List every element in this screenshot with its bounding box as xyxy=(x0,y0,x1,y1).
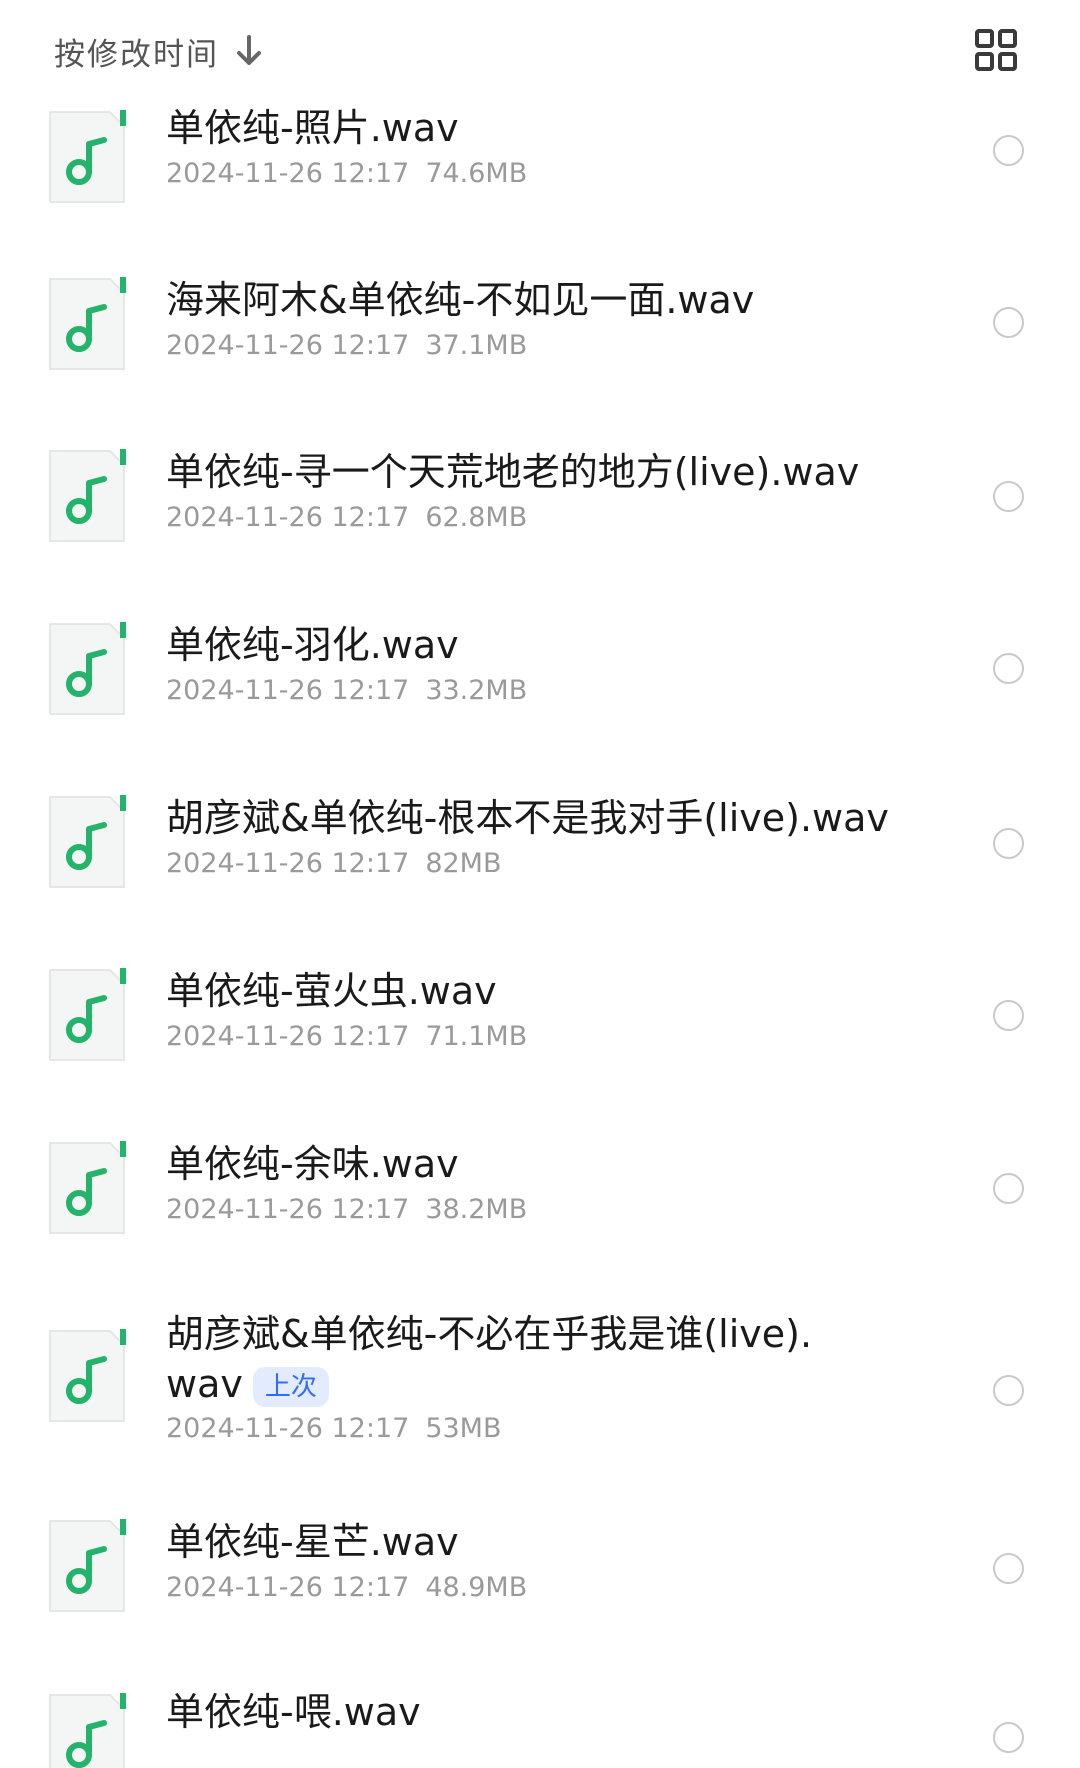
list-item[interactable]: 单依纯-余味.wav 2024-11-26 12:17 38.2MB xyxy=(0,1137,1080,1309)
music-file-icon xyxy=(49,1329,126,1422)
music-file-icon xyxy=(49,1693,126,1768)
file-name: 胡彦斌&单依纯-根本不是我对手(live).wav xyxy=(166,796,889,840)
select-radio[interactable] xyxy=(993,307,1024,338)
file-name: 单依纯-照片.wav xyxy=(166,106,459,150)
select-radio[interactable] xyxy=(993,1173,1024,1204)
file-size: 48.9MB xyxy=(425,1572,528,1603)
file-name: 单依纯-萤火虫.wav xyxy=(166,969,497,1013)
sort-label: 按修改时间 xyxy=(54,36,219,73)
last-opened-badge: 上次 xyxy=(252,1366,329,1407)
file-meta: 2024-11-26 12:17 62.8MB xyxy=(166,502,527,533)
list-item[interactable]: 单依纯-喂.wav xyxy=(0,1687,1080,1768)
list-item[interactable]: 单依纯-萤火虫.wav 2024-11-26 12:17 71.1MB xyxy=(0,964,1080,1137)
file-date: 2024-11-26 12:17 xyxy=(166,1413,410,1444)
list-item[interactable]: 单依纯-星芒.wav 2024-11-26 12:17 48.9MB xyxy=(0,1519,1080,1687)
file-date: 2024-11-26 12:17 xyxy=(166,675,410,706)
select-radio[interactable] xyxy=(993,1375,1024,1406)
select-radio[interactable] xyxy=(993,1553,1024,1584)
music-file-icon xyxy=(49,1141,126,1234)
file-size: 37.1MB xyxy=(425,330,528,361)
file-meta: 2024-11-26 12:17 82MB xyxy=(166,848,502,879)
file-size: 53MB xyxy=(425,1413,502,1444)
file-date: 2024-11-26 12:17 xyxy=(166,502,410,533)
file-date: 2024-11-26 12:17 xyxy=(166,1194,410,1225)
sort-control[interactable]: 按修改时间 xyxy=(54,26,265,76)
file-size: 74.6MB xyxy=(425,158,528,189)
file-name: 单依纯-余味.wav xyxy=(166,1142,459,1186)
select-radio[interactable] xyxy=(993,1000,1024,1031)
music-file-icon xyxy=(49,622,126,715)
file-size: 38.2MB xyxy=(425,1194,528,1225)
file-name: 单依纯-羽化.wav xyxy=(166,623,459,667)
music-file-icon xyxy=(49,449,126,542)
select-radio[interactable] xyxy=(993,481,1024,512)
select-radio[interactable] xyxy=(993,653,1024,684)
music-file-icon xyxy=(49,1519,126,1612)
file-name-block: 胡彦斌&单依纯-不必在乎我是谁(live).wav 上次 xyxy=(166,1309,826,1409)
file-meta: 2024-11-26 12:17 53MB xyxy=(166,1413,502,1444)
grid-view-icon[interactable] xyxy=(974,28,1018,72)
file-meta: 2024-11-26 12:17 37.1MB xyxy=(166,330,527,361)
music-file-icon xyxy=(49,795,126,888)
file-size: 62.8MB xyxy=(425,502,528,533)
file-meta: 2024-11-26 12:17 74.6MB xyxy=(166,158,527,189)
list-header: 按修改时间 xyxy=(0,0,1080,100)
select-radio[interactable] xyxy=(993,1722,1024,1753)
select-radio[interactable] xyxy=(993,135,1024,166)
music-file-icon xyxy=(49,968,126,1061)
file-name: 单依纯-喂.wav xyxy=(166,1690,421,1734)
file-date: 2024-11-26 12:17 xyxy=(166,330,410,361)
file-size: 33.2MB xyxy=(425,675,528,706)
music-file-icon xyxy=(49,277,126,370)
file-date: 2024-11-26 12:17 xyxy=(166,1572,410,1603)
file-date: 2024-11-26 12:17 xyxy=(166,158,410,189)
list-item[interactable]: 单依纯-照片.wav 2024-11-26 12:17 74.6MB xyxy=(0,100,1080,270)
file-meta: 2024-11-26 12:17 38.2MB xyxy=(166,1194,527,1225)
file-name: 海来阿木&单依纯-不如见一面.wav xyxy=(166,278,755,322)
list-item[interactable]: 单依纯-羽化.wav 2024-11-26 12:17 33.2MB xyxy=(0,618,1080,791)
music-file-icon xyxy=(49,110,126,203)
file-size: 71.1MB xyxy=(425,1021,528,1052)
select-radio[interactable] xyxy=(993,828,1024,859)
file-date: 2024-11-26 12:17 xyxy=(166,848,410,879)
file-meta: 2024-11-26 12:17 71.1MB xyxy=(166,1021,527,1052)
file-meta: 2024-11-26 12:17 48.9MB xyxy=(166,1572,527,1603)
list-item[interactable]: 海来阿木&单依纯-不如见一面.wav 2024-11-26 12:17 37.1M… xyxy=(0,270,1080,445)
list-item[interactable]: 单依纯-寻一个天荒地老的地方(live).wav 2024-11-26 12:1… xyxy=(0,445,1080,618)
list-item[interactable]: 胡彦斌&单依纯-不必在乎我是谁(live).wav 上次 2024-11-26 1… xyxy=(0,1309,1080,1519)
arrow-down-icon xyxy=(237,35,261,65)
file-size: 82MB xyxy=(425,848,502,879)
file-date: 2024-11-26 12:17 xyxy=(166,1021,410,1052)
file-meta: 2024-11-26 12:17 33.2MB xyxy=(166,675,527,706)
file-name: 单依纯-星芒.wav xyxy=(166,1520,459,1564)
file-name: 单依纯-寻一个天荒地老的地方(live).wav xyxy=(166,450,860,494)
list-item[interactable]: 胡彦斌&单依纯-根本不是我对手(live).wav 2024-11-26 12:… xyxy=(0,791,1080,964)
